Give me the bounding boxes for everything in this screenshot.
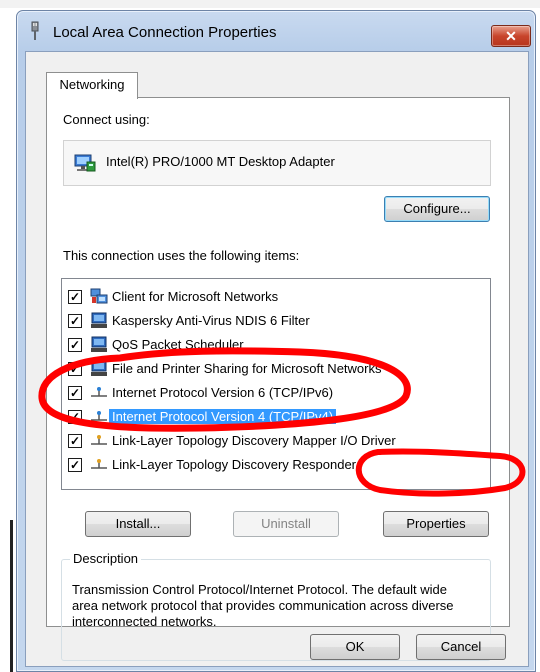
cancel-button[interactable]: Cancel: [416, 634, 506, 660]
list-item[interactable]: ✓ Link-Layer Topology Discovery Mapper I…: [62, 429, 490, 453]
list-item[interactable]: ✓ File and Printer Sharing for Microsoft…: [62, 357, 490, 381]
close-icon: ✕: [505, 28, 517, 44]
install-button[interactable]: Install...: [85, 511, 191, 537]
item-label: QoS Packet Scheduler: [112, 337, 244, 352]
item-checkbox[interactable]: ✓: [68, 386, 82, 400]
item-label: File and Printer Sharing for Microsoft N…: [112, 361, 382, 376]
connect-using-label: Connect using:: [63, 112, 150, 127]
list-item[interactable]: ✓ Internet Protocol Version 6 (TCP/IPv6): [62, 381, 490, 405]
item-checkbox[interactable]: ✓: [68, 410, 82, 424]
close-button[interactable]: ✕: [491, 25, 531, 47]
item-label: Link-Layer Topology Discovery Responder: [112, 457, 356, 472]
item-label: Internet Protocol Version 4 (TCP/IPv4): [109, 409, 337, 424]
item-label: Link-Layer Topology Discovery Mapper I/O…: [112, 433, 396, 448]
properties-button[interactable]: Properties: [383, 511, 489, 537]
list-item[interactable]: ✓ QoS Packet Scheduler: [62, 333, 490, 357]
properties-window: Local Area Connection Properties ✕ Netwo…: [16, 10, 536, 672]
items-label: This connection uses the following items…: [63, 248, 300, 263]
description-legend: Description: [70, 551, 142, 566]
network-service-icon: [90, 336, 108, 353]
protocol-icon: [90, 432, 108, 449]
uninstall-button[interactable]: Uninstall: [233, 511, 339, 537]
network-service-icon: [90, 360, 108, 377]
networking-tab-panel: Connect using: Intel(R) PRO/1000 MT Desk…: [46, 97, 510, 661]
title-bar[interactable]: Local Area Connection Properties ✕: [17, 11, 535, 51]
item-label: Internet Protocol Version 6 (TCP/IPv6): [112, 385, 334, 400]
item-label: Kaspersky Anti-Virus NDIS 6 Filter: [112, 313, 310, 328]
network-service-icon: [90, 312, 108, 329]
item-checkbox[interactable]: ✓: [68, 434, 82, 448]
network-adapter-icon: [74, 153, 96, 173]
protocol-icon: [90, 456, 108, 473]
protocol-icon: [90, 384, 108, 401]
list-item[interactable]: ✓ Kaspersky Anti-Virus NDIS 6 Filter: [62, 309, 490, 333]
tab-networking[interactable]: Networking: [46, 72, 138, 99]
dialog-client-area: Networking Connect using: Intel(R) PRO/1…: [25, 51, 529, 667]
item-checkbox[interactable]: ✓: [68, 314, 82, 328]
desktop-background: [0, 0, 540, 8]
list-item[interactable]: ✓ Client for Microsoft Networks: [62, 285, 490, 309]
item-checkbox[interactable]: ✓: [68, 338, 82, 352]
network-adapter-icon: [27, 21, 43, 41]
components-list[interactable]: ✓ Client for Microsoft Networks ✓ Kasper…: [61, 278, 491, 490]
adapter-name: Intel(R) PRO/1000 MT Desktop Adapter: [106, 154, 335, 169]
ok-button[interactable]: OK: [310, 634, 400, 660]
list-item-selected[interactable]: ✓ Internet Protocol Version 4 (TCP/IPv4): [62, 405, 490, 429]
desktop-edge: [10, 520, 13, 672]
item-checkbox[interactable]: ✓: [68, 458, 82, 472]
protocol-icon: [90, 408, 108, 425]
item-label: Client for Microsoft Networks: [112, 289, 279, 304]
description-text: Transmission Control Protocol/Internet P…: [72, 582, 454, 629]
item-checkbox[interactable]: ✓: [68, 290, 82, 304]
item-checkbox[interactable]: ✓: [68, 362, 82, 376]
adapter-field: Intel(R) PRO/1000 MT Desktop Adapter: [63, 140, 491, 186]
network-client-icon: [90, 288, 108, 305]
window-title: Local Area Connection Properties: [53, 24, 277, 41]
configure-button[interactable]: Configure...: [384, 196, 490, 222]
list-item[interactable]: ✓ Link-Layer Topology Discovery Responde…: [62, 453, 490, 477]
